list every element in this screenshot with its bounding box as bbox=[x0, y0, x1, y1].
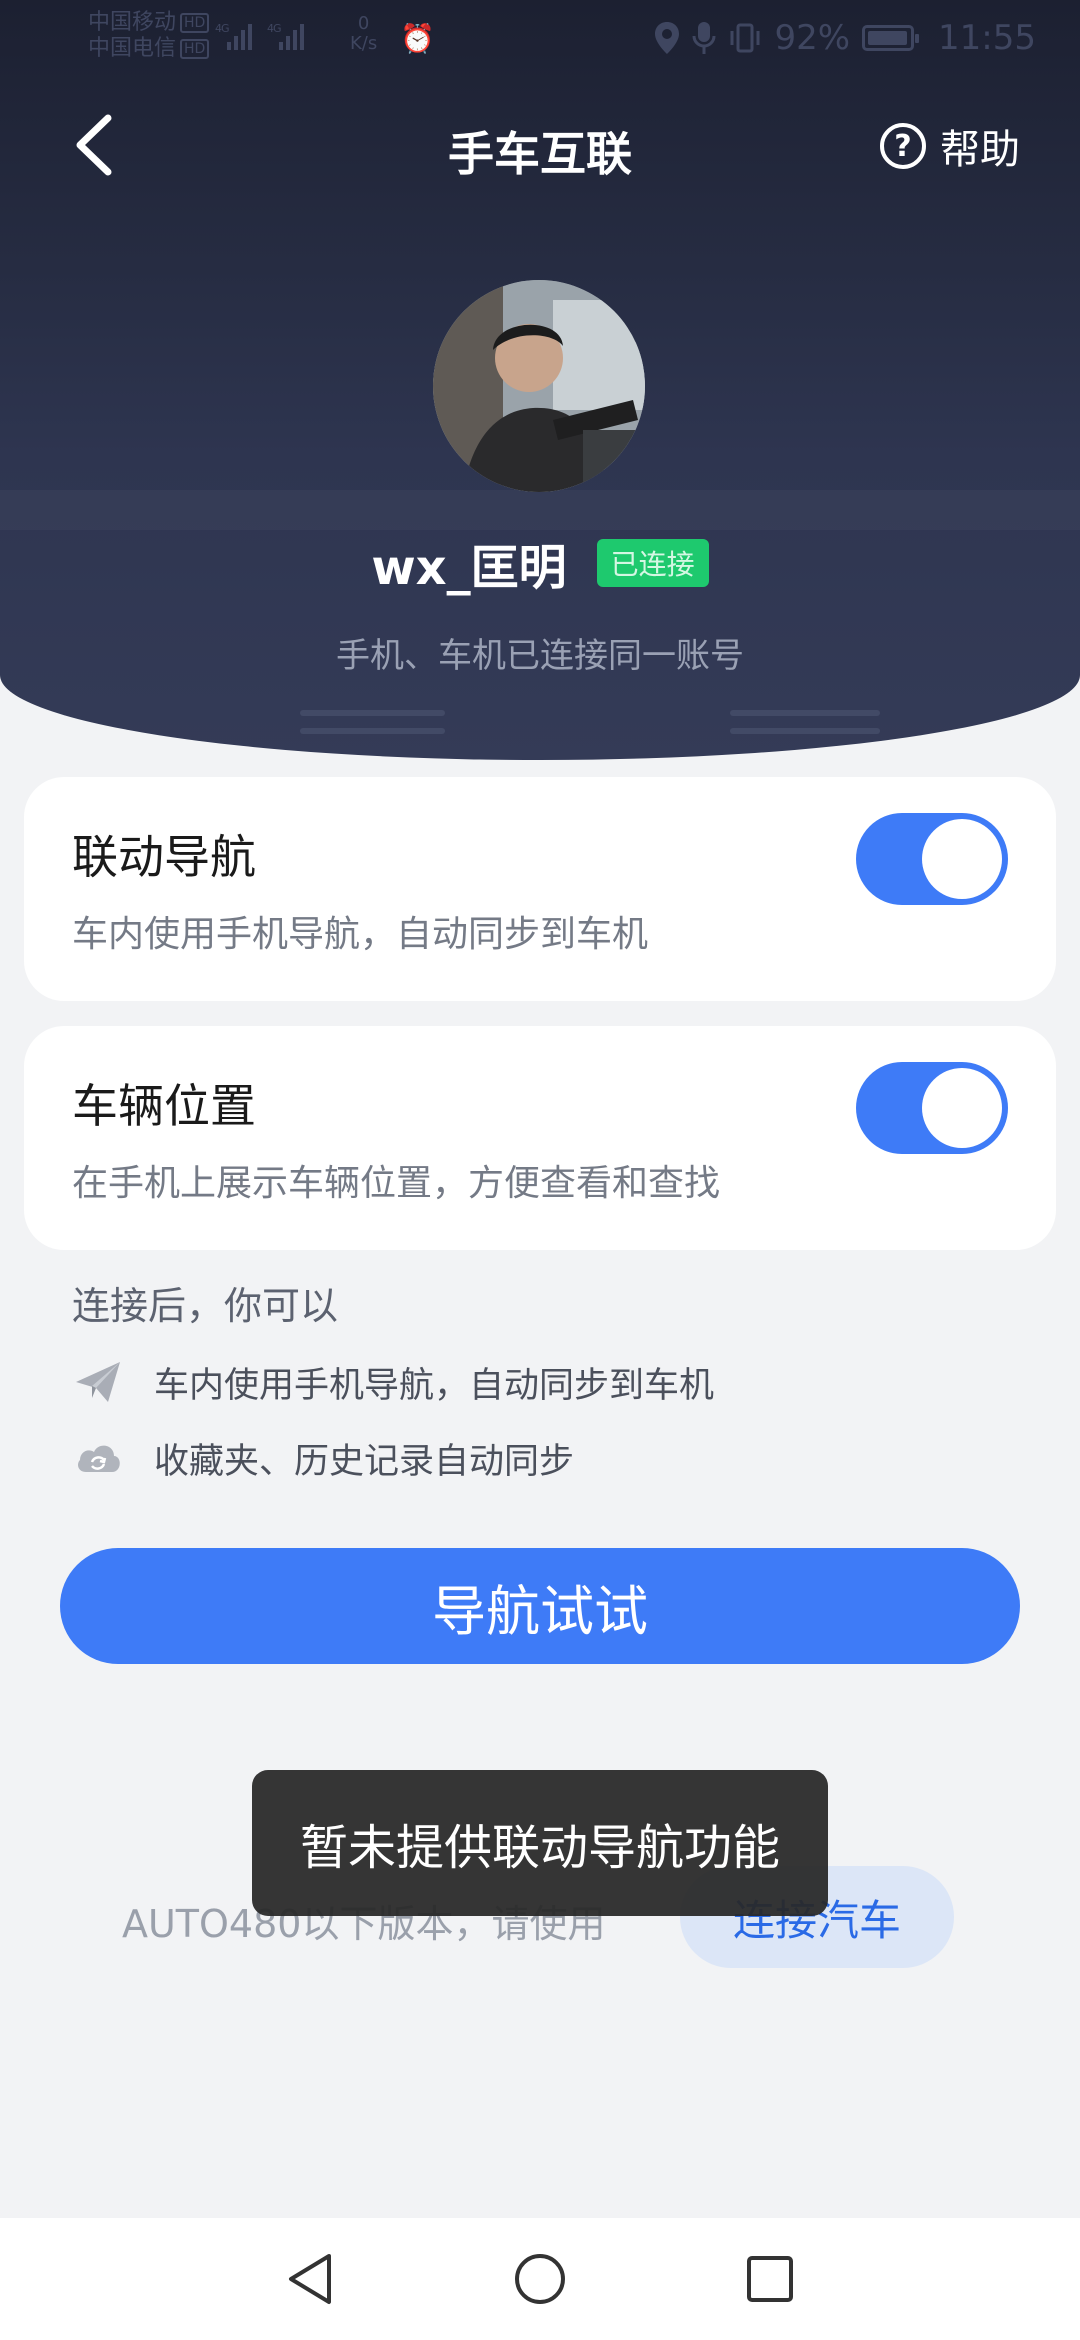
card-desc: 车内使用手机导航，自动同步到车机 bbox=[72, 914, 649, 955]
battery-percent: 92% bbox=[774, 18, 851, 58]
help-button[interactable]: ? 帮助 bbox=[880, 117, 1020, 175]
carrier-info: 中国移动 HD 中国电信 HD bbox=[88, 10, 210, 62]
try-navigation-button[interactable]: 导航试试 bbox=[60, 1548, 1020, 1664]
net-type-label: 4G bbox=[267, 22, 281, 35]
signal-icon: 4G 4G bbox=[215, 18, 335, 60]
user-row: wx_匡明 已连接 bbox=[0, 528, 1080, 598]
question-icon: ? bbox=[880, 123, 926, 169]
clock: 11:55 bbox=[938, 18, 1036, 58]
toast-message: 暂未提供联动导航功能 bbox=[252, 1770, 828, 1916]
carrier-2: 中国电信 bbox=[88, 36, 177, 61]
net-speed-value: 0 bbox=[357, 13, 370, 34]
card-title: 车辆位置 bbox=[72, 1079, 256, 1133]
vibrate-icon bbox=[730, 23, 760, 53]
vent-decoration bbox=[730, 710, 880, 716]
toggle-knob bbox=[922, 819, 1002, 899]
feature-item: 收藏夹、历史记录自动同步 bbox=[72, 1432, 574, 1484]
system-nav-bar bbox=[0, 2218, 1080, 2340]
carrier-1: 中国移动 bbox=[88, 10, 177, 35]
card-title: 联动导航 bbox=[72, 830, 256, 884]
circle-home-icon bbox=[515, 2254, 565, 2304]
avatar bbox=[433, 280, 645, 492]
microphone-icon bbox=[692, 22, 716, 54]
nav-back-button[interactable] bbox=[265, 2234, 355, 2324]
features-label: 连接后，你可以 bbox=[72, 1284, 339, 1328]
vent-decoration bbox=[300, 728, 445, 734]
card-desc: 在手机上展示车辆位置，方便查看和查找 bbox=[72, 1163, 721, 1204]
feature-item: 车内使用手机导航，自动同步到车机 bbox=[72, 1356, 714, 1408]
vent-decoration bbox=[300, 710, 445, 716]
cloud-sync-icon bbox=[78, 1445, 120, 1472]
battery-icon bbox=[862, 25, 920, 51]
hd-badge: HD bbox=[180, 13, 210, 33]
help-label: 帮助 bbox=[940, 127, 1020, 173]
status-bar: 中国移动 HD 中国电信 HD 4G 4G 0 K/s ⏰ 92% 11:55 bbox=[0, 0, 1080, 84]
nav-recents-button[interactable] bbox=[725, 2234, 815, 2324]
toggle-knob bbox=[922, 1068, 1002, 1148]
linked-navigation-toggle[interactable] bbox=[856, 813, 1008, 905]
paper-plane-icon bbox=[76, 1362, 120, 1402]
alarm-icon: ⏰ bbox=[400, 22, 435, 55]
vehicle-location-toggle[interactable] bbox=[856, 1062, 1008, 1154]
vent-decoration bbox=[730, 728, 880, 734]
vehicle-location-card: 车辆位置 在手机上展示车辆位置，方便查看和查找 bbox=[24, 1026, 1056, 1250]
status-right: 92% 11:55 bbox=[654, 18, 1036, 58]
feature-text: 收藏夹、历史记录自动同步 bbox=[154, 1441, 575, 1482]
location-icon bbox=[655, 22, 680, 54]
square-recents-icon bbox=[747, 2256, 793, 2302]
net-type-label: 4G bbox=[215, 22, 229, 35]
feature-text: 车内使用手机导航，自动同步到车机 bbox=[154, 1365, 715, 1406]
dashboard-shape bbox=[0, 490, 1080, 530]
account-subtitle: 手机、车机已连接同一账号 bbox=[336, 636, 744, 676]
net-speed-unit: K/s bbox=[350, 33, 378, 54]
hd-badge: HD bbox=[180, 39, 210, 59]
net-speed: 0 K/s bbox=[350, 14, 377, 54]
status-badge: 已连接 bbox=[596, 539, 709, 587]
username: wx_匡明 bbox=[371, 540, 567, 596]
triangle-back-icon bbox=[289, 2254, 331, 2304]
nav-home-button[interactable] bbox=[495, 2234, 585, 2324]
linked-navigation-card: 联动导航 车内使用手机导航，自动同步到车机 bbox=[24, 777, 1056, 1001]
